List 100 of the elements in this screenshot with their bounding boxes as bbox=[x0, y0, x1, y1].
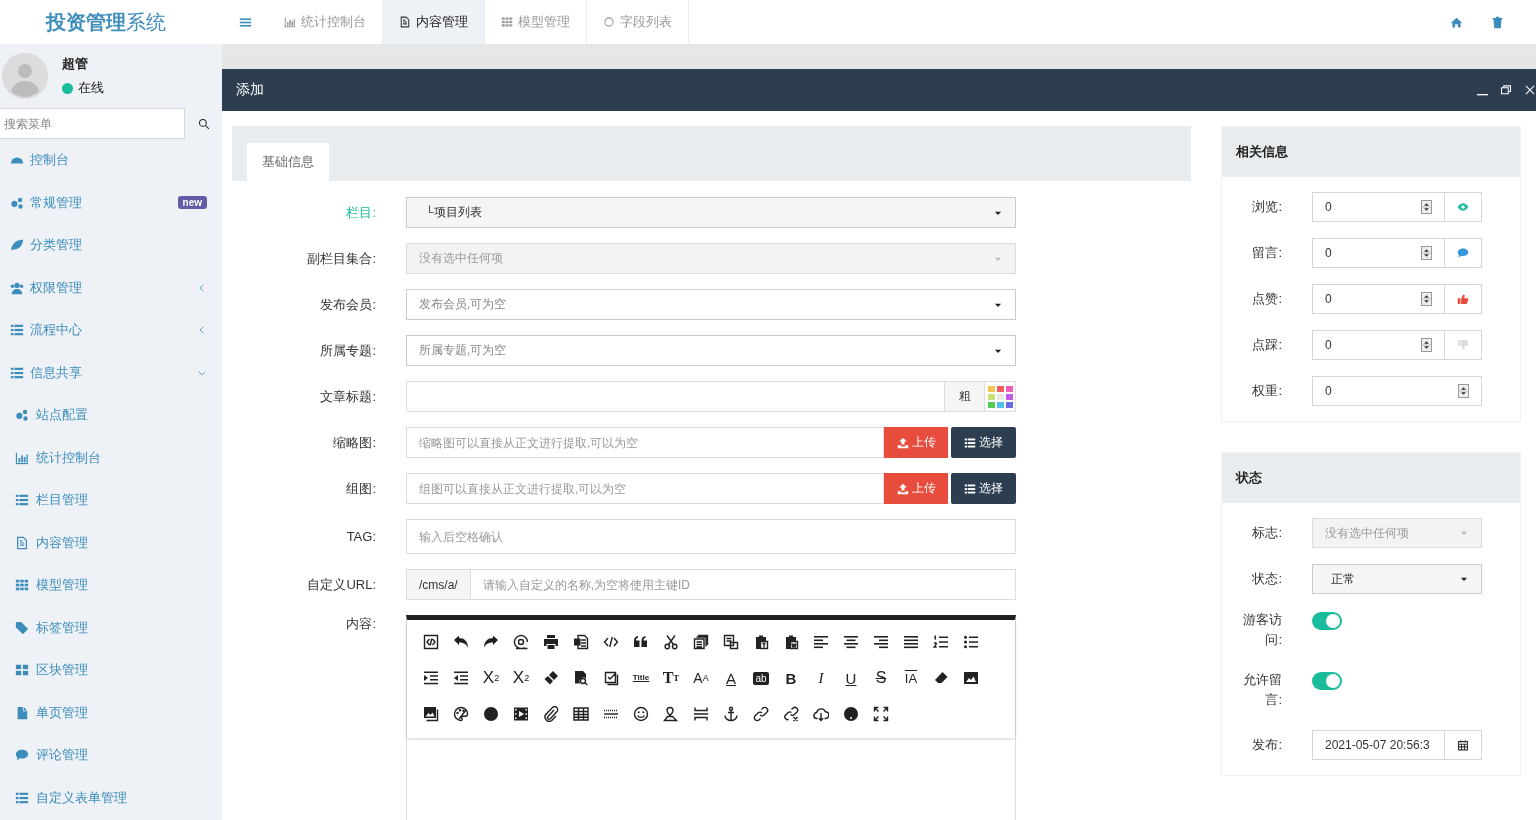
tag-icon bbox=[15, 620, 29, 635]
sidebar-item[interactable]: 流程中心 bbox=[0, 309, 222, 352]
sidebar-item[interactable]: 区块管理 bbox=[0, 649, 222, 692]
select-button[interactable]: 选择 bbox=[951, 473, 1016, 504]
image-path-field[interactable]: 缩略图可以直接从正文进行提取,可以为空 bbox=[406, 427, 884, 458]
select-field[interactable]: 所属专题,可为空 bbox=[406, 335, 1016, 366]
select-field[interactable]: 正常 bbox=[1312, 564, 1482, 594]
field-label: 自定义URL: bbox=[306, 575, 376, 594]
video-icon bbox=[513, 706, 529, 722]
delete-button[interactable] bbox=[1491, 15, 1504, 29]
fontcolor-button[interactable]: A bbox=[716, 663, 746, 693]
number-field[interactable]: 0 bbox=[1312, 238, 1445, 268]
unlink-icon bbox=[783, 706, 799, 722]
upload-button[interactable]: 上传 bbox=[884, 427, 948, 458]
copy-icon bbox=[723, 634, 739, 650]
link-icon bbox=[753, 706, 769, 722]
sidebar-item[interactable]: 模型管理 bbox=[0, 564, 222, 607]
list-icon bbox=[964, 436, 976, 449]
number-field[interactable]: 0 bbox=[1312, 192, 1445, 222]
number-field[interactable]: 0 bbox=[1312, 284, 1445, 314]
image-path-field[interactable]: 组图可以直接从正文进行提取,可以为空 bbox=[406, 473, 884, 504]
field-label: 文章标题: bbox=[319, 387, 376, 406]
field-label: 内容: bbox=[345, 615, 376, 633]
home-button[interactable] bbox=[1450, 15, 1463, 29]
align-left-icon bbox=[813, 634, 829, 650]
field-label: 所属专题: bbox=[319, 341, 376, 360]
toggle-switch[interactable] bbox=[1312, 672, 1342, 690]
sidebar-item[interactable]: 信息共享 bbox=[0, 351, 222, 394]
upload-icon bbox=[896, 436, 909, 449]
bold-button[interactable]: B bbox=[776, 663, 806, 693]
spinner-icon[interactable] bbox=[1421, 200, 1432, 214]
sidebar-item[interactable]: 常规管理 new bbox=[0, 181, 222, 224]
color-picker[interactable] bbox=[985, 381, 1016, 412]
field-label: 发布会员: bbox=[319, 295, 376, 314]
minimize-button[interactable] bbox=[1477, 94, 1488, 96]
table-icon bbox=[573, 706, 589, 722]
quote-icon bbox=[633, 634, 649, 650]
sidebar-item[interactable]: 分类管理 bbox=[0, 224, 222, 267]
list-icon bbox=[10, 323, 24, 338]
italic-button[interactable]: I bbox=[806, 663, 836, 693]
title-button[interactable]: Title bbox=[626, 663, 656, 693]
menu-icon bbox=[238, 15, 252, 29]
list-icon bbox=[10, 365, 24, 380]
number-field[interactable]: 0 bbox=[1312, 330, 1445, 360]
field-label: 栏目: bbox=[345, 203, 376, 222]
sidebar-item[interactable]: 控制台 bbox=[0, 139, 222, 182]
number-field[interactable]: 0 bbox=[1312, 376, 1482, 406]
sidebar-item[interactable]: 站点配置 bbox=[0, 394, 222, 437]
sidebar-item[interactable]: 标签管理 bbox=[0, 606, 222, 649]
paste-icon bbox=[783, 634, 799, 650]
outdent-icon bbox=[453, 670, 469, 686]
cut-icon bbox=[663, 634, 679, 650]
maximize-button[interactable] bbox=[1500, 84, 1512, 96]
upload-button[interactable]: 上传 bbox=[884, 473, 948, 504]
cloud-download-icon bbox=[813, 706, 829, 722]
form-tab[interactable]: 基础信息 bbox=[247, 143, 329, 181]
page-tab[interactable]: 内容管理 bbox=[383, 0, 485, 44]
url-field[interactable]: 请输入自定义的名称,为空将使用主键ID bbox=[469, 569, 1016, 600]
sidebar-item[interactable]: 栏目管理 bbox=[0, 479, 222, 522]
users-icon bbox=[10, 280, 24, 295]
at-icon bbox=[513, 634, 529, 650]
sidebar-item[interactable]: 单页管理 bbox=[0, 691, 222, 734]
list-icon bbox=[964, 482, 976, 495]
document-icon bbox=[399, 16, 411, 28]
select-button[interactable]: 选择 bbox=[951, 427, 1016, 458]
menu-search-field[interactable]: 搜索菜单 bbox=[0, 108, 185, 139]
align-right-icon bbox=[873, 634, 889, 650]
highlight-button[interactable]: ab bbox=[746, 663, 776, 693]
close-button[interactable] bbox=[1524, 84, 1536, 96]
sidebar-item[interactable]: 评论管理 bbox=[0, 734, 222, 777]
datetime-field[interactable]: 2021-05-07 20:56:3 bbox=[1312, 730, 1445, 760]
strike-button[interactable]: S bbox=[866, 663, 896, 693]
toggle-switch[interactable] bbox=[1312, 612, 1342, 630]
sidebar-item[interactable]: 自定义表单管理 bbox=[0, 776, 222, 819]
spinner-icon[interactable] bbox=[1421, 338, 1432, 352]
spinner-icon[interactable] bbox=[1421, 292, 1432, 306]
spinner-icon[interactable] bbox=[1421, 246, 1432, 260]
select-field[interactable]: └项目列表 bbox=[406, 197, 1016, 228]
anchor-icon bbox=[723, 706, 739, 722]
pagebreak-icon bbox=[693, 706, 709, 722]
image-icon bbox=[963, 670, 979, 686]
tag-field[interactable]: 输入后空格确认 bbox=[406, 519, 1016, 554]
title-field[interactable] bbox=[406, 381, 945, 412]
paste-icon bbox=[753, 634, 769, 650]
minimize-icon bbox=[1477, 94, 1488, 96]
spinner-icon[interactable] bbox=[1458, 384, 1469, 398]
typeface-button[interactable]: IA bbox=[896, 663, 926, 693]
grid-icon bbox=[15, 578, 29, 593]
leaf-icon bbox=[10, 238, 24, 253]
select-field[interactable]: 发布会员,可为空 bbox=[406, 289, 1016, 320]
sup-button[interactable]: X$^{2}$ bbox=[506, 663, 536, 693]
sidebar-item[interactable]: 统计控制台 bbox=[0, 436, 222, 479]
sidebar-item[interactable]: 内容管理 bbox=[0, 521, 222, 564]
field-label: 允许留言: bbox=[1242, 671, 1282, 709]
calendar-button[interactable] bbox=[1445, 730, 1482, 760]
bold-button[interactable]: 粗 bbox=[945, 381, 985, 412]
align-center-icon bbox=[843, 634, 859, 650]
emoji-icon bbox=[633, 706, 649, 722]
sidebar-item[interactable]: 权限管理 bbox=[0, 266, 222, 309]
underline-button[interactable]: U bbox=[836, 663, 866, 693]
